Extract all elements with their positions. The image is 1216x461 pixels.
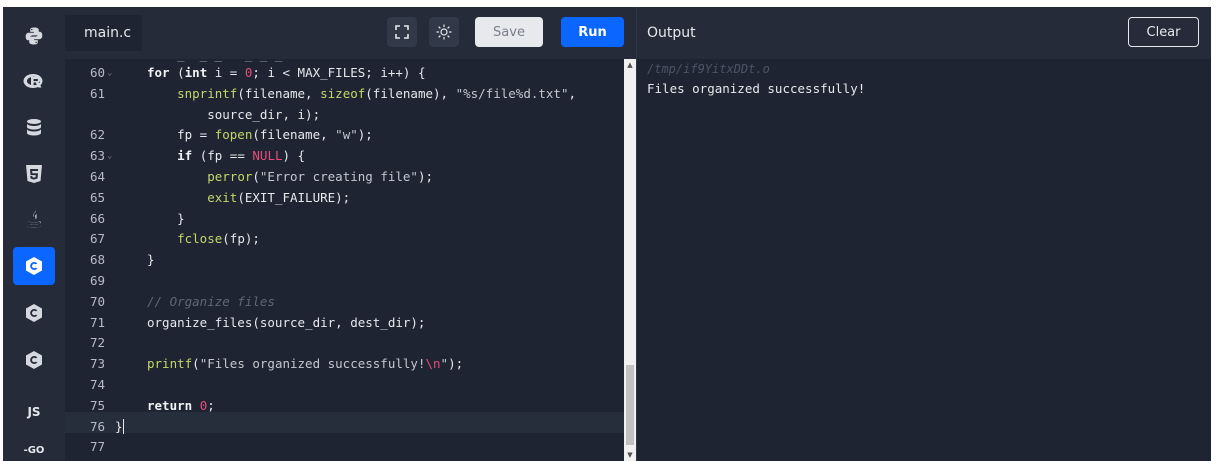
line-number: 70 <box>89 293 105 309</box>
output-text: Files organized successfully! <box>647 81 866 96</box>
code-line[interactable]: source_dir, i); <box>65 105 624 125</box>
code-text: } <box>147 252 155 268</box>
code-text: fp = fopen(filename, "w"); <box>147 127 373 143</box>
output-panel: /tmp/if9YitxDDt.o Files organized succes… <box>636 59 1211 461</box>
code-line[interactable]: 70 // Organize files <box>65 292 624 312</box>
code-text: exit(EXIT_FAILURE); <box>207 189 351 205</box>
scrollbar-thumb[interactable] <box>626 365 634 445</box>
save-button[interactable]: Save <box>475 17 543 47</box>
output-file-path: /tmp/if9YitxDDt.o <box>647 62 770 76</box>
code-line[interactable]: 74 <box>65 375 624 395</box>
code-line[interactable]: 73 printf("Files organized successfully!\… <box>65 354 624 374</box>
cpp-icon <box>26 304 42 322</box>
sql-icon <box>27 119 41 136</box>
editor-header: main.c Save Run <box>65 7 636 59</box>
code-text: } <box>147 210 185 226</box>
sidebar-item-html[interactable] <box>13 155 55 193</box>
go-icon: -GO <box>23 445 45 456</box>
output-title: Output <box>647 25 696 41</box>
code-line[interactable]: 71 organize_files(source_dir, dest_dir); <box>65 313 624 333</box>
sidebar-item-c[interactable] <box>13 247 55 285</box>
code-line[interactable]: 62 fp = fopen(filename, "w"); <box>65 125 624 145</box>
line-number: 69 <box>89 273 105 288</box>
python-icon <box>25 27 43 45</box>
code-text: organize_files(source_dir, dest_dir); <box>147 314 426 330</box>
code-line[interactable]: 65 exit(EXIT_FAILURE); <box>65 188 624 208</box>
scroll-up-arrow-icon[interactable]: ▲ <box>624 59 636 71</box>
code-text: if (fp == NULL) { <box>177 148 306 164</box>
line-number: 74 <box>89 377 105 392</box>
line-number: 63 <box>89 148 105 164</box>
editor-frame: JS -GO main.c Save Run 60 ⌄ for (int i =… <box>3 7 1211 461</box>
sidebar-item-js[interactable]: JS <box>13 393 55 431</box>
sun-icon <box>436 24 452 40</box>
line-number: 60 <box>89 65 105 80</box>
java-icon <box>27 210 41 228</box>
line-number: 76 <box>89 418 105 434</box>
line-number: 73 <box>89 356 105 372</box>
line-number: 67 <box>89 231 105 247</box>
line-number: 64 <box>89 169 105 184</box>
code-line[interactable]: 69 <box>65 271 624 291</box>
code-line[interactable]: 64 perror("Error creating file"); <box>65 167 624 187</box>
line-number: 75 <box>89 397 105 413</box>
line-number: 65 <box>89 189 105 205</box>
code-text: // Organize files <box>147 293 275 309</box>
code-text: fclose(fp); <box>177 231 260 247</box>
fold-arrow-icon[interactable]: ⌄ <box>107 146 112 166</box>
scroll-down-arrow-icon[interactable]: ▼ <box>624 449 636 461</box>
line-number: 66 <box>89 210 105 226</box>
code-line[interactable]: 63 ⌄ if (fp == NULL) { <box>65 146 624 166</box>
code-text: } <box>115 418 124 434</box>
code-text: source_dir, i); <box>147 106 321 122</box>
code-line[interactable]: 76} <box>65 417 624 437</box>
output-header: Output Clear <box>636 7 1211 59</box>
fullscreen-icon <box>395 25 409 39</box>
code-text: return 0; <box>147 397 215 413</box>
sidebar-item-csharp[interactable] <box>13 341 55 379</box>
clear-button[interactable]: Clear <box>1128 17 1199 47</box>
line-number: 72 <box>89 335 105 351</box>
sidebar-item-java[interactable] <box>13 201 55 239</box>
code-line[interactable]: 72 <box>65 333 624 353</box>
code-editor[interactable]: _ _ _ _ _ _ 60⌄for (int i = 0; i < MAX_F… <box>65 59 624 461</box>
code-line[interactable]: 61 snprintf(filename, sizeof(filename), … <box>65 84 624 104</box>
line-number: 71 <box>89 314 105 330</box>
line-number: 77 <box>89 439 105 455</box>
code-line[interactable]: 60 ⌄ for (int i = 0; i < MAX_FILES; i++) { <box>65 63 624 83</box>
code-text: perror("Error creating file"); <box>207 169 434 184</box>
line-number: 68 <box>89 252 105 268</box>
sidebar-item-go[interactable]: -GO <box>13 437 55 461</box>
code-text: printf("Files organized successfully!\n"… <box>147 356 464 372</box>
code-text: snprintf(filename, sizeof(filename), "%s… <box>177 85 577 101</box>
fullscreen-button[interactable] <box>387 17 417 47</box>
sidebar-item-sql[interactable] <box>13 109 55 147</box>
sidebar-item-python[interactable] <box>13 17 55 55</box>
code-line[interactable]: 77 <box>65 437 624 457</box>
code-line[interactable]: 68} <box>65 250 624 270</box>
language-sidebar: JS -GO <box>3 7 65 461</box>
code-line[interactable]: 66 } <box>65 209 624 229</box>
code-text: for (int i = 0; i < MAX_FILES; i++) { <box>147 65 426 80</box>
c-icon <box>26 257 42 275</box>
text-cursor <box>122 418 124 434</box>
editor-scrollbar[interactable]: ▲ ▼ <box>624 59 636 461</box>
js-icon: JS <box>27 405 41 419</box>
r-icon <box>23 74 43 88</box>
theme-toggle-button[interactable] <box>429 17 459 47</box>
csharp-icon <box>26 351 42 369</box>
html5-icon <box>26 165 42 183</box>
line-number: 62 <box>89 127 105 143</box>
run-button[interactable]: Run <box>561 17 624 47</box>
sidebar-item-r[interactable] <box>13 63 55 101</box>
fold-arrow-icon[interactable]: ⌄ <box>107 63 112 83</box>
code-line[interactable]: 67 fclose(fp); <box>65 229 624 249</box>
code-line[interactable]: 75 return 0; <box>65 396 624 416</box>
file-tab[interactable]: main.c <box>65 15 142 51</box>
line-number: 61 <box>89 85 105 101</box>
sidebar-item-cpp[interactable] <box>13 294 55 332</box>
